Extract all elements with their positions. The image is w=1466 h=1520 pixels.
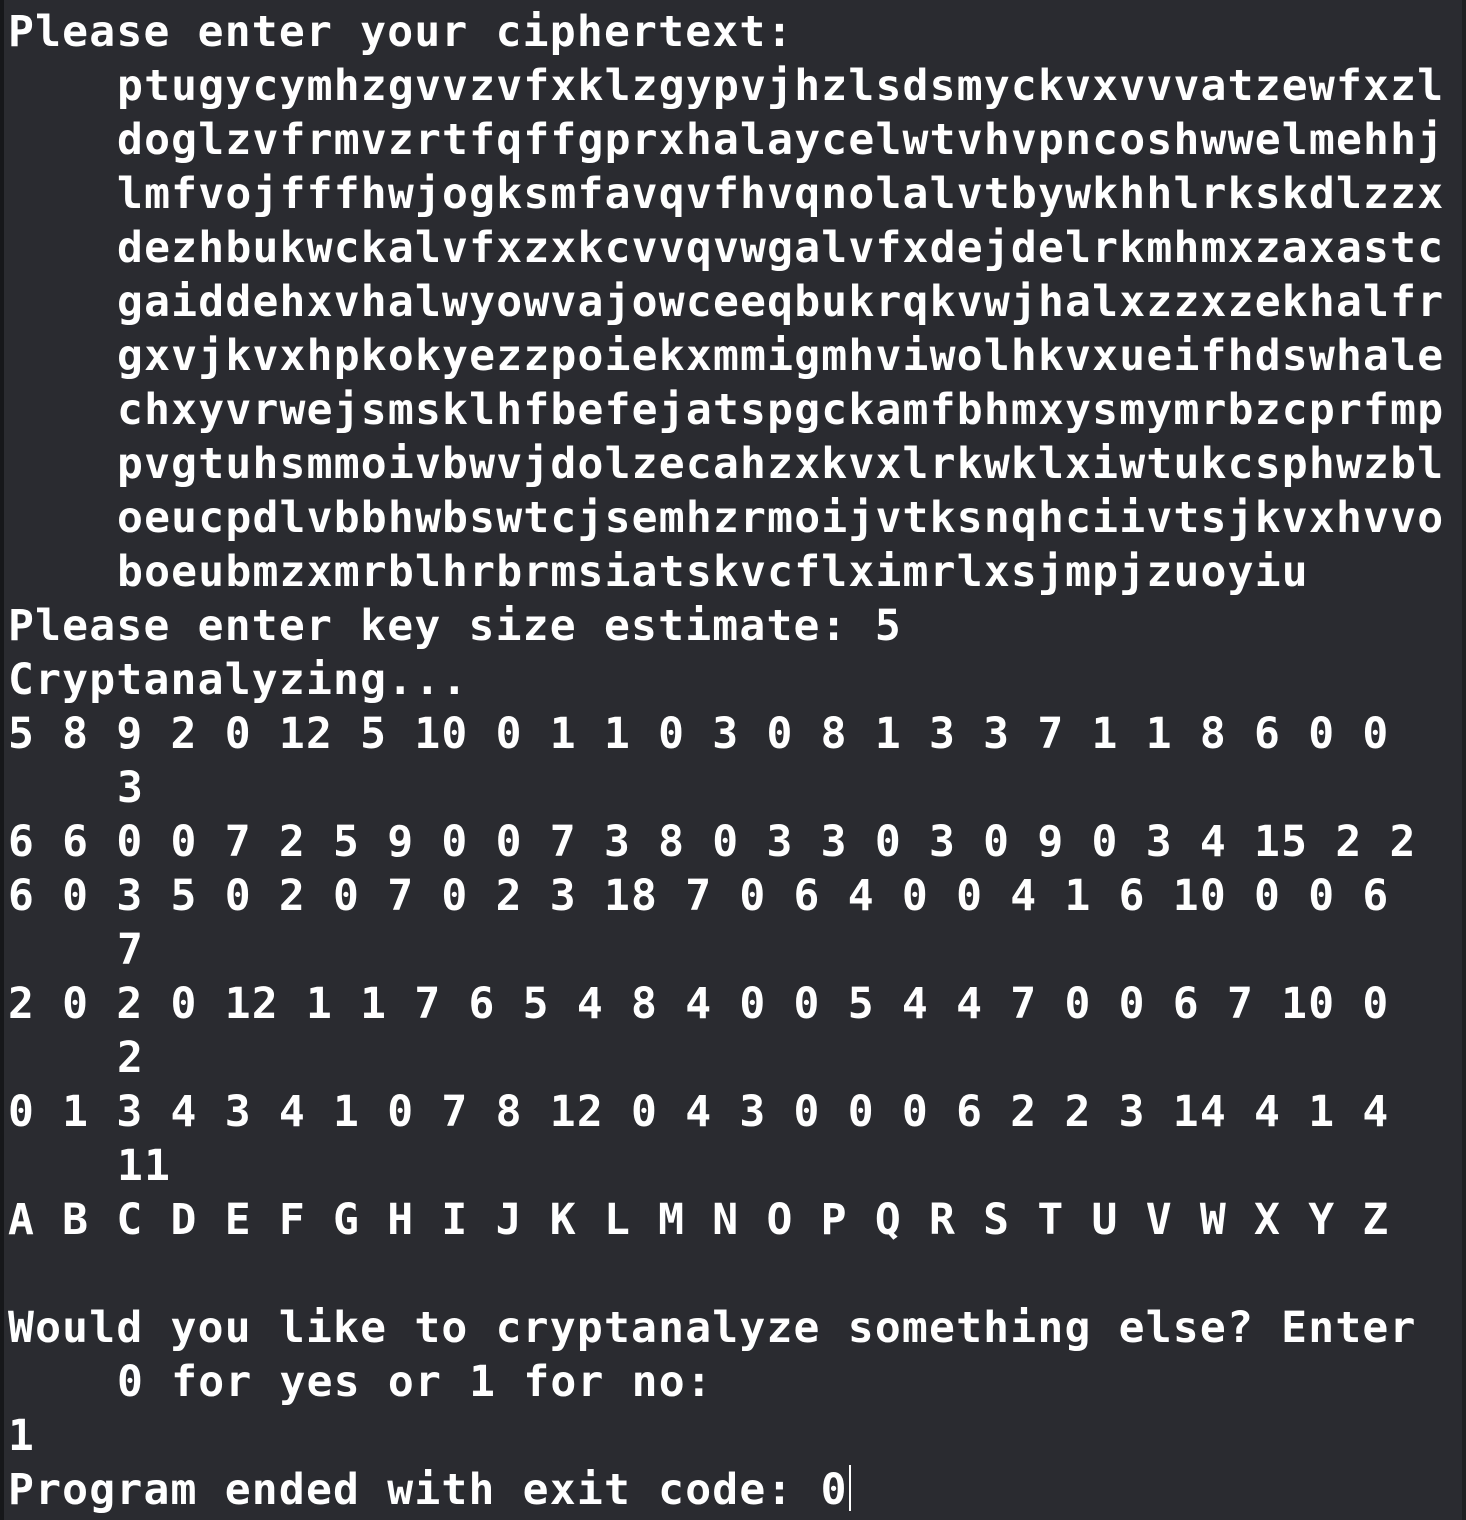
again-prompt-wrap: 0 for yes or 1 for no: [117,1357,713,1407]
exit-message: Program ended with exit code: 0 [8,1465,848,1515]
ciphertext-line: doglzvfrmvzrtfqffgprxhalaycelwtvhvpncosh… [117,115,1445,165]
frequency-row-wrap: 11 [117,1141,172,1191]
text-cursor [848,1465,851,1511]
analyzing-status: Cryptanalyzing... [8,655,469,705]
keysize-prompt: Please enter key size estimate: 5 [8,601,902,651]
ciphertext-line: lmfvojfffhwjogksmfavqvfhvqnolalvtbywkhhl… [117,169,1445,219]
frequency-row: 6 6 0 0 7 2 5 9 0 0 7 3 8 0 3 3 0 3 0 9 … [8,817,1417,867]
ciphertext-prompt: Please enter your ciphertext: [8,7,794,57]
exit-message-line: Program ended with exit code: 0 [4,1463,1462,1517]
console-output[interactable]: Please enter your ciphertext: ptugycymhz… [0,0,1462,1520]
frequency-row-wrap: 7 [117,925,145,975]
frequency-row-wrap: 2 [117,1033,145,1083]
ciphertext-line: gxvjkvxhpkokyezzpoiekxmmigmhviwolhkvxuei… [117,331,1445,381]
frequency-row: 6 0 3 5 0 2 0 7 0 2 3 18 7 0 6 4 0 0 4 1… [8,871,1390,921]
frequency-row-wrap: 3 [117,763,145,813]
frequency-row: 5 8 9 2 0 12 5 10 0 1 1 0 3 0 8 1 3 3 7 … [8,709,1390,759]
frequency-row: 2 0 2 0 12 1 1 7 6 5 4 8 4 0 0 5 4 4 7 0… [8,979,1390,1029]
ciphertext-line: chxyvrwejsmsklhfbefejatspgckamfbhmxysmym… [117,385,1445,435]
ciphertext-line: gaiddehxvhalwyowvajowceeqbukrqkvwjhalxzz… [117,277,1445,327]
again-prompt: Would you like to cryptanalyze something… [8,1303,1417,1353]
user-answer: 1 [8,1411,36,1461]
frequency-row: 0 1 3 4 3 4 1 0 7 8 12 0 4 3 0 0 0 6 2 2… [8,1087,1390,1137]
alphabet-row: A B C D E F G H I J K L M N O P Q R S T … [8,1195,1390,1245]
ciphertext-line: oeucpdlvbbhwbswtcjsemhzrmoijvtksnqhciivt… [117,493,1445,543]
ciphertext-line: ptugycymhzgvvzvfxklzgypvjhzlsdsmyckvxvvv… [117,61,1445,111]
ciphertext-line: boeubmzxmrblhrbrmsiatskvcflximrlxsjmpjzu… [117,547,1309,597]
ciphertext-line: dezhbukwckalvfxzxkcvvqvwgalvfxdejdelrkmh… [117,223,1445,273]
ciphertext-line: pvgtuhsmmoivbwvjdolzecahzxkvxlrkwklxiwtu… [117,439,1445,489]
